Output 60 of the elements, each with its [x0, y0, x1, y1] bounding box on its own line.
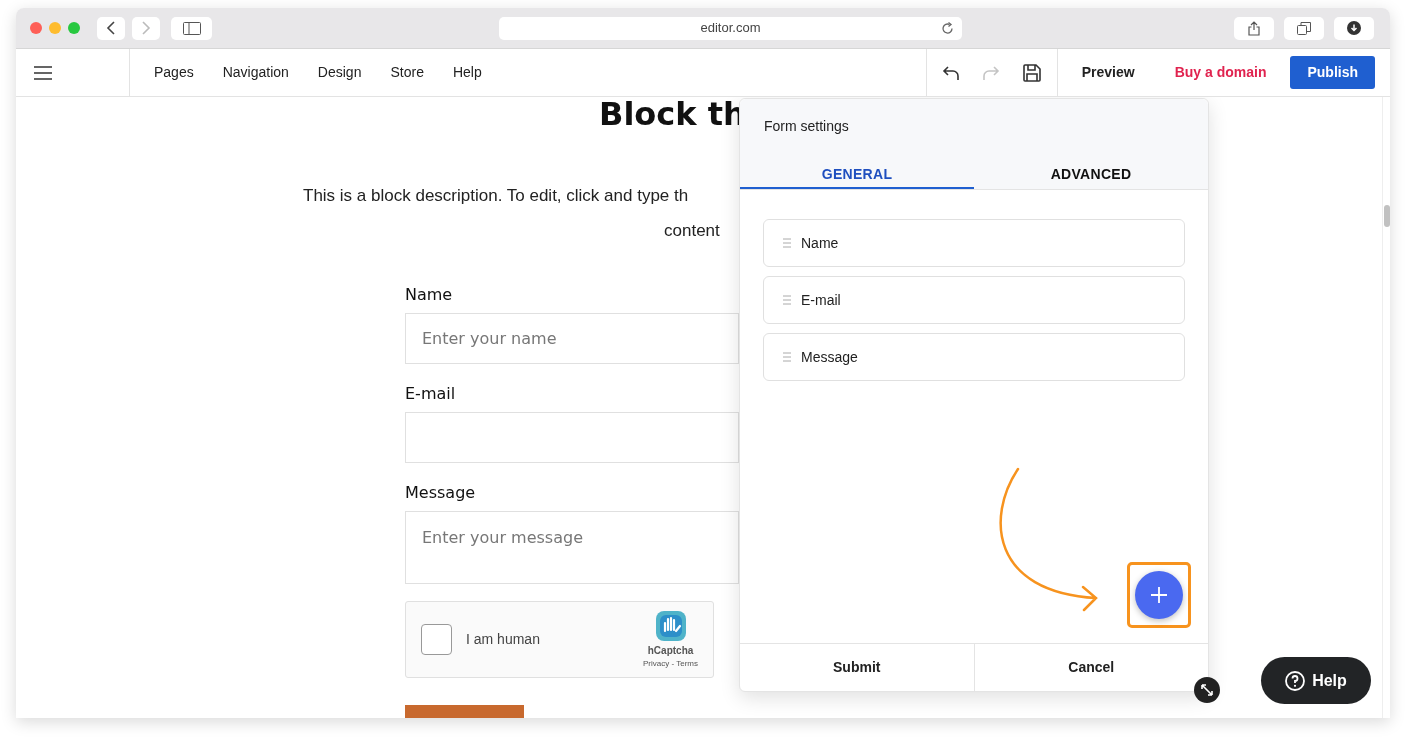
menu-link[interactable]: Help: [452, 62, 482, 83]
tabs-icon: [1297, 21, 1311, 35]
captcha-links[interactable]: Privacy - Terms: [643, 658, 698, 670]
forward-button[interactable]: [132, 16, 160, 40]
field-label: E-mail: [405, 383, 456, 405]
message-field[interactable]: Enter your message: [405, 511, 739, 584]
menu-link[interactable]: Store: [390, 62, 424, 83]
form-field-label: Name: [801, 233, 839, 253]
download-icon: [1347, 21, 1361, 35]
form-field-label: E-mail: [801, 290, 841, 310]
preview-button[interactable]: Preview: [1081, 62, 1135, 83]
text-field[interactable]: [405, 412, 739, 463]
share-button[interactable]: [1234, 16, 1274, 40]
captcha-logo-icon: [653, 609, 688, 643]
text-field[interactable]: Enter your name: [405, 313, 739, 364]
panel-tab[interactable]: ADVANCED: [974, 161, 1208, 189]
maximize-window-icon[interactable]: [68, 22, 80, 34]
download-button[interactable]: [1334, 16, 1374, 40]
share-icon: [1248, 20, 1260, 36]
panel-footer-button[interactable]: Submit: [740, 644, 974, 691]
chevron-right-icon: [141, 21, 151, 35]
field-label: Message: [405, 482, 476, 504]
reload-icon[interactable]: [941, 21, 954, 35]
url-text: editor.com: [700, 19, 761, 38]
menu-icon[interactable]: [34, 65, 52, 80]
panel-title: Form settings: [763, 117, 850, 136]
sidebar-toggle-button[interactable]: [171, 16, 212, 40]
description-text: content: [664, 219, 720, 242]
scrollbar-thumb[interactable]: [1384, 205, 1390, 227]
form-field-item[interactable]: Name: [763, 219, 1185, 267]
address-bar[interactable]: editor.com: [499, 16, 962, 40]
back-button[interactable]: [97, 16, 125, 40]
form-field-label: Message: [801, 347, 858, 367]
resize-icon[interactable]: [1194, 677, 1220, 703]
form-field-item[interactable]: Message: [763, 333, 1185, 381]
buy-domain-link[interactable]: Buy a domain: [1174, 62, 1267, 83]
undo-icon[interactable]: [941, 63, 960, 82]
help-button[interactable]: Help: [1261, 657, 1371, 704]
close-window-icon[interactable]: [30, 22, 42, 34]
help-icon: [1285, 670, 1306, 691]
chevron-left-icon: [106, 21, 116, 35]
menu-link[interactable]: Design: [317, 62, 362, 83]
drag-handle-icon[interactable]: [783, 295, 791, 305]
drag-handle-icon[interactable]: [783, 238, 791, 248]
description-text: This is a block description. To edit, click and type th: [303, 185, 689, 207]
form-field-item[interactable]: E-mail: [763, 276, 1185, 324]
save-icon[interactable]: [1021, 62, 1042, 83]
field-label: Name: [405, 284, 453, 306]
plus-icon: [1150, 586, 1168, 604]
publish-button[interactable]: Publish: [1290, 56, 1375, 89]
panel-tab[interactable]: GENERAL: [740, 161, 974, 189]
sidebar-icon: [182, 21, 201, 35]
menu-link[interactable]: Pages: [154, 62, 194, 83]
add-field-button[interactable]: [1135, 571, 1183, 619]
captcha-checkbox[interactable]: [421, 624, 452, 655]
menu-link[interactable]: Navigation: [222, 62, 289, 83]
drag-handle-icon[interactable]: [783, 352, 791, 362]
captcha-brand: hCaptcha: [647, 644, 694, 658]
captcha-label: I am human: [466, 630, 540, 649]
tabs-overview-button[interactable]: [1284, 16, 1324, 40]
